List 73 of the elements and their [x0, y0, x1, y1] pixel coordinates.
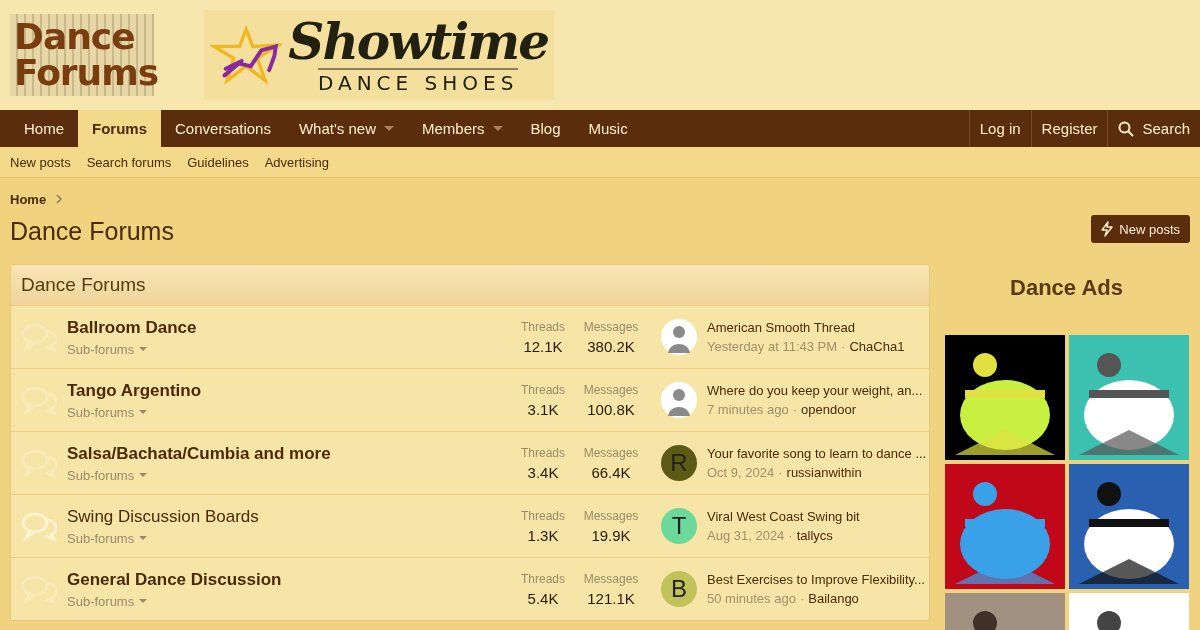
message-count-label: Messages — [583, 319, 639, 334]
last-post-title[interactable]: Viral West Coast Swing bit — [707, 509, 929, 524]
last-post-time: 50 minutes ago — [707, 591, 796, 606]
thread-count: 12.1K — [523, 337, 563, 355]
category-header[interactable]: Dance Forums — [11, 265, 929, 305]
thread-count: 1.3K — [527, 526, 559, 544]
thread-count: 5.4K — [527, 589, 559, 607]
banner-ad[interactable]: Showtime DANCE SHOES — [204, 10, 554, 100]
banner-subtitle: DANCE SHOES — [317, 68, 519, 94]
nav-tab[interactable]: Conversations — [161, 110, 285, 147]
last-post-title[interactable]: Your favorite song to learn to dance ... — [707, 446, 929, 461]
separator-dot: · — [841, 339, 846, 354]
avatar[interactable]: T — [661, 508, 697, 544]
thread-count: 3.1K — [527, 400, 559, 418]
thread-count-label: Threads — [521, 508, 565, 523]
username-link[interactable]: Bailango — [808, 591, 859, 606]
caret-icon[interactable] — [384, 126, 394, 131]
username-link[interactable]: opendoor — [801, 402, 856, 417]
subnav-link[interactable]: Guidelines — [187, 154, 249, 170]
forum-title[interactable]: Ballroom Dance — [67, 317, 509, 338]
nav-tab[interactable]: Blog — [516, 110, 575, 147]
last-post-time: Aug 31, 2024 — [707, 528, 785, 543]
message-count: 100.8K — [587, 400, 635, 418]
message-count-label: Messages — [583, 508, 639, 523]
sidebar-title: Dance Ads — [1009, 275, 1124, 301]
thread-count-label: Threads — [521, 382, 565, 397]
thread-count-label: Threads — [521, 571, 565, 586]
message-count: 66.4K — [591, 463, 631, 481]
last-post-title[interactable]: Where do you keep your weight, an... — [707, 383, 929, 398]
last-post-title[interactable]: Best Exercises to Improve Flexibility... — [707, 572, 929, 587]
nav-tab[interactable]: What's new — [284, 110, 408, 147]
lightning-icon[interactable] — [1101, 221, 1114, 237]
breadcrumb-link[interactable]: Home — [10, 191, 47, 207]
username-link[interactable]: tallycs — [796, 528, 833, 543]
new-posts-button[interactable]: New posts — [1091, 215, 1190, 243]
message-count-label: Messages — [583, 571, 639, 586]
last-post-time: 7 minutes ago — [707, 402, 789, 417]
nav-tab[interactable]: Members — [408, 110, 517, 147]
subnav-link[interactable]: Advertising — [264, 154, 329, 170]
chevron-icon — [56, 194, 63, 204]
caret-icon[interactable] — [492, 126, 503, 131]
avatar[interactable] — [661, 382, 697, 418]
nav-tab[interactable]: Music — [574, 110, 642, 147]
forum-title[interactable]: General Dance Discussion — [67, 569, 509, 590]
message-count-label: Messages — [583, 445, 639, 460]
thread-count-label: Threads — [521, 445, 565, 460]
avatar[interactable] — [661, 319, 697, 355]
username-link[interactable]: russianwithin — [786, 465, 862, 480]
thread-count-label: Threads — [521, 319, 565, 334]
banner-title: Showtime — [288, 16, 548, 68]
forum-title[interactable]: Swing Discussion Boards — [67, 506, 509, 527]
message-count: 121.1K — [587, 589, 635, 607]
separator-dot: · — [792, 402, 797, 417]
nav-tab[interactable]: Home — [10, 110, 78, 147]
last-post-time: Oct 9, 2024 — [707, 465, 775, 480]
username-link[interactable]: ChaCha1 — [849, 339, 905, 354]
page-title: Dance Forums — [10, 218, 175, 247]
last-post-title[interactable]: American Smooth Thread — [707, 320, 929, 335]
thread-count: 3.4K — [527, 463, 559, 481]
subnav-link[interactable]: New posts — [10, 154, 71, 170]
forum-title[interactable]: Salsa/Bachata/Cumbia and more — [67, 443, 509, 464]
separator-dot: · — [788, 528, 793, 543]
message-count-label: Messages — [583, 382, 639, 397]
forum-title[interactable]: Tango Argentino — [67, 380, 509, 401]
separator-dot: · — [799, 591, 805, 606]
message-count: 380.2K — [587, 337, 635, 355]
last-post-time: Yesterday at 11:43 PM — [707, 339, 838, 354]
search-icon[interactable] — [1118, 120, 1135, 137]
nav-tab[interactable]: Forums — [78, 110, 162, 147]
avatar[interactable]: B — [661, 571, 697, 607]
message-count: 19.9K — [591, 526, 631, 544]
subnav-link[interactable]: Search forums — [86, 154, 172, 170]
separator-dot: · — [778, 465, 783, 480]
